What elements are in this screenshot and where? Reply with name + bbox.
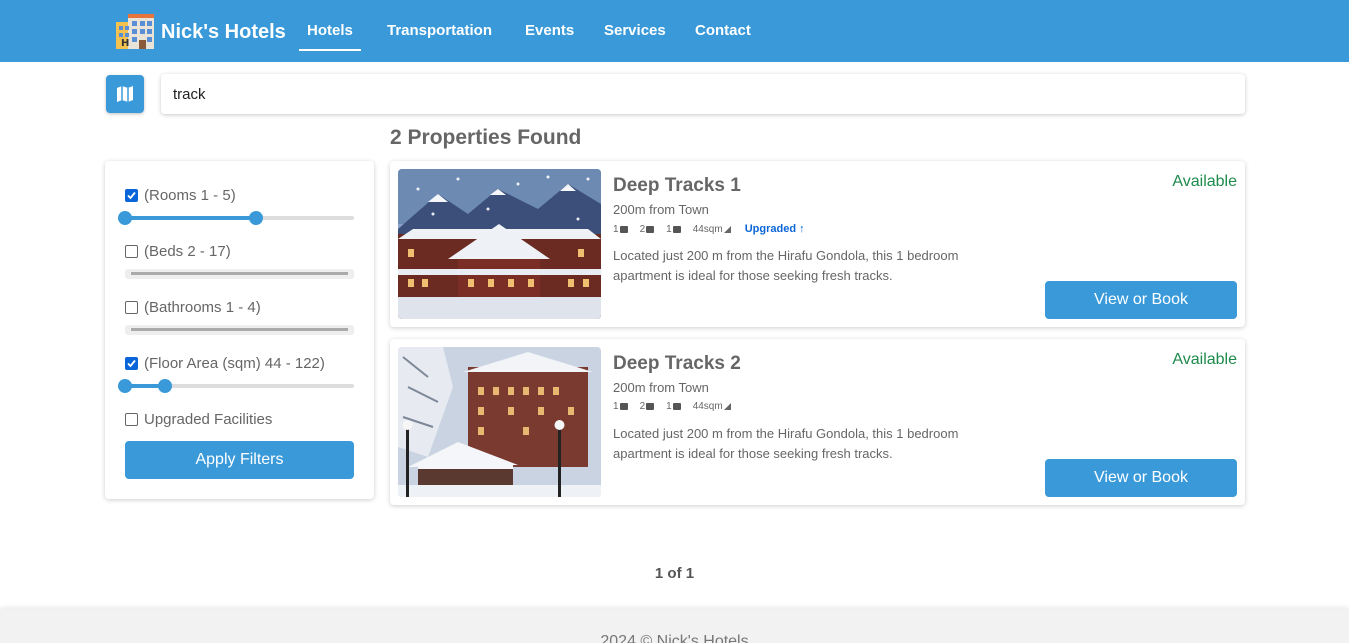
results-count-title: 2 Properties Found — [390, 126, 582, 149]
bathrooms-filter-label: (Bathrooms 1 - 4) — [144, 299, 261, 316]
filter-panel: (Rooms 1 - 5) (Beds 2 - 17) (Bathrooms 1… — [105, 161, 374, 499]
top-navbar: H Nick's Hotels Hotels Transportation Ev… — [0, 0, 1349, 62]
pagination-label: 1 of 1 — [654, 565, 695, 582]
nav-transportation[interactable]: Transportation — [387, 22, 492, 39]
brand-title: Nick's Hotels — [161, 21, 286, 43]
footer-copyright: 2024 © Nick's Hotels — [600, 633, 749, 643]
property-card: Deep Tracks 2 200m from Town 1 2 1 44sqm… — [390, 339, 1245, 505]
beds-slider — [125, 269, 354, 279]
map-view-button[interactable] — [106, 75, 144, 113]
property-description: Located just 200 m from the Hirafu Gondo… — [613, 248, 959, 283]
beds-spec: 2 — [640, 401, 655, 412]
area-spec: 44sqm — [693, 224, 731, 235]
floor-area-filter[interactable]: (Floor Area (sqm) 44 - 122) — [125, 355, 325, 372]
floor-area-filter-label: (Floor Area (sqm) 44 - 122) — [144, 355, 325, 372]
rooms-spec: 1 — [613, 224, 628, 235]
baths-spec: 1 — [666, 224, 681, 235]
search-input[interactable] — [161, 74, 1245, 114]
nav-services[interactable]: Services — [604, 22, 666, 39]
view-or-book-button[interactable]: View or Book — [1045, 281, 1237, 319]
floor-area-checkbox[interactable] — [125, 357, 138, 370]
property-distance: 200m from Town — [613, 202, 709, 217]
upgraded-filter[interactable]: Upgraded Facilities — [125, 411, 272, 428]
baths-spec: 1 — [666, 401, 681, 412]
rooms-checkbox[interactable] — [125, 189, 138, 202]
floor-area-slider-min-thumb[interactable] — [118, 379, 132, 393]
property-description: Located just 200 m from the Hirafu Gondo… — [613, 426, 959, 461]
beds-spec: 2 — [640, 224, 655, 235]
rooms-spec: 1 — [613, 401, 628, 412]
room-icon — [619, 403, 628, 410]
upgraded-checkbox[interactable] — [125, 413, 138, 426]
property-specs: 1 2 1 44sqm Upgraded ↑ — [613, 223, 805, 235]
nav-contact[interactable]: Contact — [695, 22, 751, 39]
rooms-filter[interactable]: (Rooms 1 - 5) — [125, 187, 236, 204]
property-specs: 1 2 1 44sqm — [613, 401, 743, 412]
map-icon — [117, 86, 133, 102]
availability-status: Available — [1172, 351, 1237, 368]
bathrooms-filter[interactable]: (Bathrooms 1 - 4) — [125, 299, 261, 316]
footer: 2024 © Nick's Hotels — [0, 609, 1349, 643]
bathrooms-slider — [125, 325, 354, 335]
property-name[interactable]: Deep Tracks 2 — [613, 353, 741, 375]
rooms-filter-label: (Rooms 1 - 5) — [144, 187, 236, 204]
upgraded-badge: Upgraded ↑ — [744, 223, 805, 235]
availability-status: Available — [1172, 173, 1237, 190]
hotel-building-icon: H — [116, 14, 154, 49]
property-name[interactable]: Deep Tracks 1 — [613, 175, 741, 197]
area-icon — [723, 403, 731, 410]
apply-filters-button[interactable]: Apply Filters — [125, 441, 354, 479]
nav-hotels[interactable]: Hotels — [299, 22, 361, 51]
property-photo[interactable] — [398, 347, 601, 497]
upgraded-filter-label: Upgraded Facilities — [144, 411, 273, 428]
beds-checkbox[interactable] — [125, 245, 138, 258]
area-spec: 44sqm — [693, 401, 731, 412]
property-distance: 200m from Town — [613, 380, 709, 395]
beds-filter-label: (Beds 2 - 17) — [144, 243, 231, 260]
rooms-slider[interactable] — [118, 211, 354, 225]
view-or-book-button[interactable]: View or Book — [1045, 459, 1237, 497]
rooms-slider-range — [125, 216, 256, 220]
bathrooms-checkbox[interactable] — [125, 301, 138, 314]
bath-icon — [672, 225, 681, 233]
area-icon — [723, 225, 731, 233]
nav-events[interactable]: Events — [525, 22, 574, 39]
property-card: Deep Tracks 1 200m from Town 1 2 1 44sqm… — [390, 161, 1245, 327]
brand[interactable]: H Nick's Hotels — [116, 14, 286, 49]
property-photo[interactable] — [398, 169, 601, 319]
bath-icon — [672, 403, 681, 410]
beds-filter[interactable]: (Beds 2 - 17) — [125, 243, 231, 260]
bed-icon — [646, 225, 655, 233]
rooms-slider-max-thumb[interactable] — [249, 211, 263, 225]
svg-text:H: H — [121, 38, 129, 49]
bed-icon — [646, 403, 655, 410]
rooms-slider-min-thumb[interactable] — [118, 211, 132, 225]
floor-area-slider-max-thumb[interactable] — [158, 379, 172, 393]
floor-area-slider[interactable] — [118, 379, 354, 393]
room-icon — [619, 225, 628, 233]
